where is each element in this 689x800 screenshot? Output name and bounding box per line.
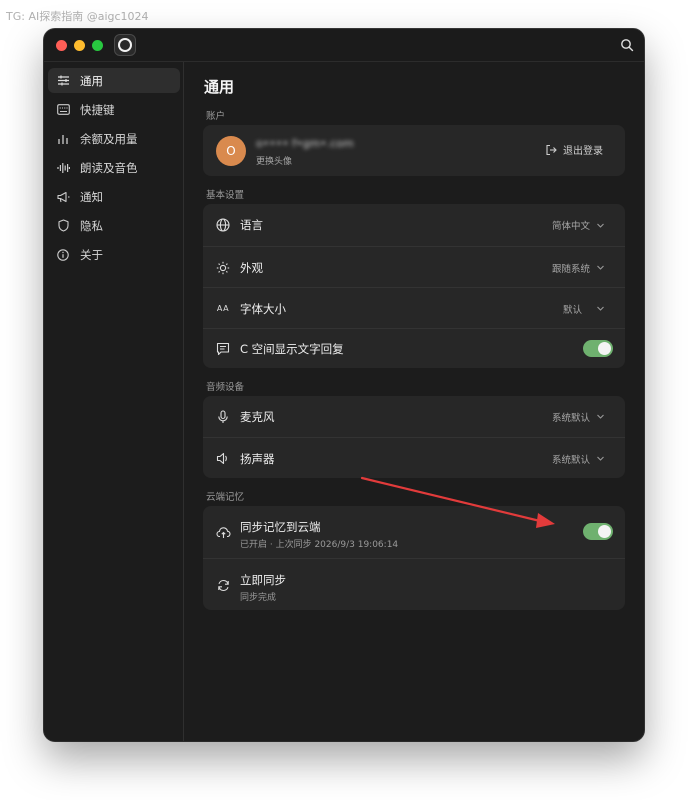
language-select[interactable]: 简体中文 [552,218,605,232]
sun-icon [215,260,231,276]
language-value: 简体中文 [551,221,590,232]
sidebar-item-about[interactable]: 关于 [48,242,180,267]
font-size-label: 字体大小 [240,301,286,316]
appearance-value: 跟随系统 [551,263,590,275]
sidebar-item-usage[interactable]: 余额及用量 [48,126,180,151]
speaker-label: 扬声器 [240,451,275,466]
sync-memory-label: 同步记忆到云端 [240,520,321,534]
appearance-select[interactable]: 跟随系统 [552,261,605,275]
account-card: O o•••• f•gm•.com 更换头像 退出登录 [203,125,625,176]
sidebar-item-general[interactable]: 通用 [48,68,180,93]
section-label-audio: 音频设备 [206,382,245,393]
microphone-icon [215,409,231,425]
microphone-row[interactable]: 麦克风 系统默认 [203,396,625,437]
chevron-down-icon [597,456,604,461]
appearance-label: 外观 [240,260,263,275]
cloud-upload-icon [215,524,231,540]
bar-chart-icon [56,132,70,146]
font-size-icon: AA [216,304,230,313]
basic-settings-card: 语言 简体中文 外观 跟随系统 AA 字体大小 默认 C 空间显示文字回复 [203,204,625,368]
microphone-select[interactable]: 系统默认 [552,410,605,424]
refresh-icon [215,577,231,593]
section-label-cloud: 云端记忆 [206,492,245,503]
speaker-row[interactable]: 扬声器 系统默认 [203,437,625,479]
sidebar-item-label: 隐私 [80,218,103,233]
close-window-button[interactable] [56,40,67,51]
globe-icon [215,217,231,233]
chevron-down-icon [597,414,604,419]
megaphone-icon [56,190,70,204]
sync-now-row[interactable]: 立即同步 同步完成 [203,558,625,611]
sidebar-item-label: 快捷键 [80,102,115,117]
logout-icon [546,144,557,155]
sidebar-item-label: 关于 [80,247,103,262]
sidebar-item-shortcuts[interactable]: 快捷键 [48,97,180,122]
sync-memory-row: 同步记忆到云端 已开启 · 上次同步 2026/9/3 19:06:14 [203,506,625,558]
avatar[interactable]: O [216,136,246,166]
minimize-window-button[interactable] [74,40,85,51]
settings-window: 通用 快捷键 余额及用量 朗读及音色 通知 隐私 关于 通用 账户 O o•••… [44,29,644,741]
info-icon [56,248,70,262]
search-icon[interactable] [620,38,634,52]
sync-now-status: 同步完成 [240,593,277,603]
c-space-row: C 空间显示文字回复 [203,328,625,369]
sidebar-item-privacy[interactable]: 隐私 [48,213,180,238]
font-size-row[interactable]: AA 字体大小 默认 [203,287,625,329]
page-title: 通用 [204,78,235,96]
settings-content: 通用 账户 O o•••• f•gm•.com 更换头像 退出登录 基本设置 语… [184,62,644,741]
microphone-label: 麦克风 [240,409,275,424]
sidebar-item-label: 通知 [80,189,103,204]
shield-icon [56,219,70,233]
sidebar-item-label: 余额及用量 [80,131,138,146]
section-label-basic: 基本设置 [206,190,245,201]
chevron-down-icon [597,306,604,311]
cloud-memory-card: 同步记忆到云端 已开启 · 上次同步 2026/9/3 19:06:14 立即同… [203,506,625,610]
sidebar-item-voice[interactable]: 朗读及音色 [48,155,180,180]
title-bar [44,29,644,62]
language-row[interactable]: 语言 简体中文 [203,204,625,246]
font-size-select[interactable]: 默认 [563,302,605,316]
waveform-icon [56,161,70,175]
speaker-value: 系统默认 [551,454,590,466]
app-logo-icon [114,34,136,56]
message-text-icon [215,341,231,357]
logout-label: 退出登录 [563,146,603,157]
language-label: 语言 [240,218,263,232]
chevron-down-icon [597,223,604,228]
watermark-text: TG: AI探索指南 @aigc1024 [6,10,149,23]
sliders-icon [56,74,70,88]
audio-card: 麦克风 系统默认 扬声器 系统默认 [203,396,625,478]
zoom-window-button[interactable] [92,40,103,51]
account-email: o•••• f•gm•.com [256,137,354,150]
appearance-row[interactable]: 外观 跟随系统 [203,246,625,288]
sidebar: 通用 快捷键 余额及用量 朗读及音色 通知 隐私 关于 [44,62,184,741]
keyboard-icon [56,103,70,117]
speaker-select[interactable]: 系统默认 [552,452,605,466]
sync-now-label: 立即同步 [240,573,286,587]
speaker-icon [215,451,231,467]
change-avatar-link[interactable]: 更换头像 [256,154,292,167]
chevron-down-icon [597,265,604,270]
section-label-account: 账户 [206,111,226,122]
c-space-label: C 空间显示文字回复 [240,342,344,356]
sidebar-item-notifications[interactable]: 通知 [48,184,180,209]
sidebar-item-label: 朗读及音色 [80,160,138,175]
c-space-toggle[interactable] [583,340,613,357]
sync-memory-toggle[interactable] [583,523,613,540]
font-size-value: 默认 [562,304,582,316]
logout-button[interactable]: 退出登录 [545,142,603,157]
microphone-value: 系统默认 [551,412,590,424]
sync-memory-status: 已开启 · 上次同步 2026/9/3 19:06:14 [240,540,399,550]
sidebar-item-label: 通用 [80,73,103,88]
